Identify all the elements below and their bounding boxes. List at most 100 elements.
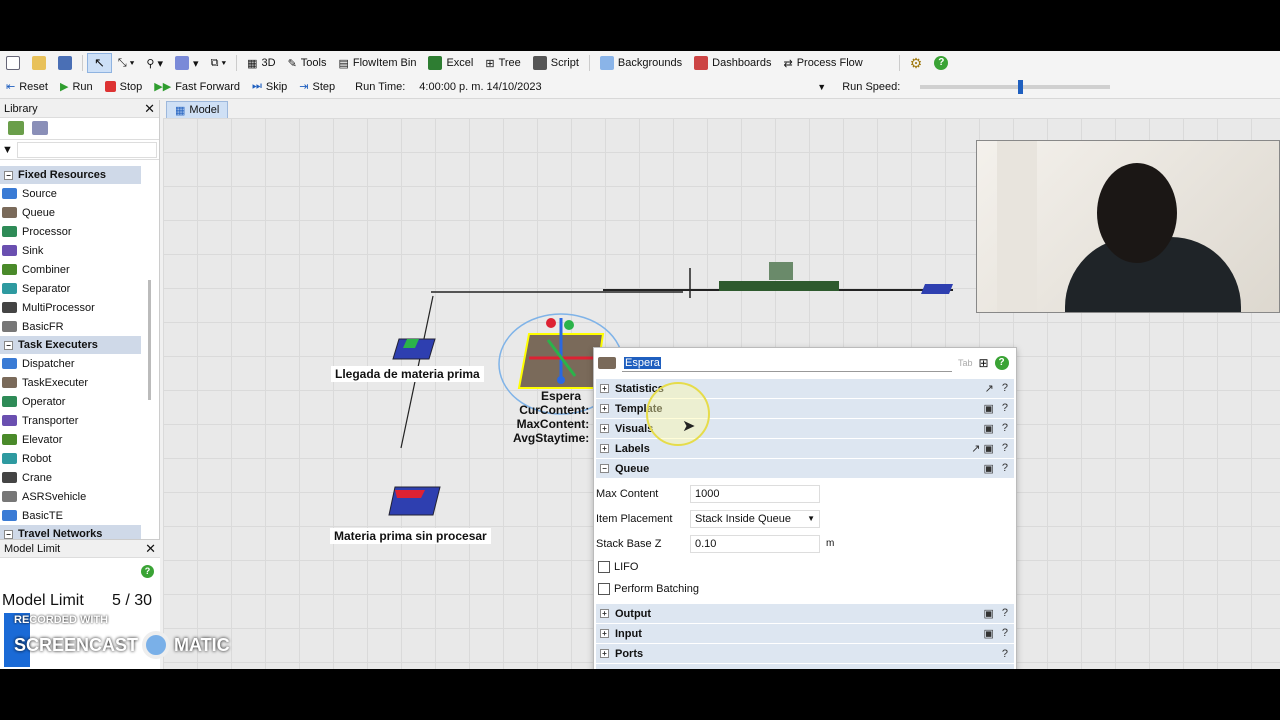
excel-button[interactable]: Excel [422,53,479,73]
section-header[interactable]: + Output ▣? [596,603,1014,623]
help-icon[interactable]: ? [1002,462,1008,475]
library-item[interactable]: Crane [0,468,159,487]
help-icon[interactable]: ? [1002,648,1008,660]
expand-icon[interactable]: + [600,444,609,453]
flowitem-bin-button[interactable]: ▤ FlowItem Bin [332,53,422,73]
sink-shape[interactable] [921,284,953,294]
color-icon[interactable]: ▾ [169,53,205,73]
reset-button[interactable]: ⇤ Reset [0,77,54,97]
pin-icon[interactable]: ▣ [983,627,993,640]
library-close-icon[interactable]: ✕ [144,101,155,117]
library-objects-tab-icon[interactable] [8,121,24,135]
pin-icon[interactable]: ▣ [983,607,993,620]
open-icon[interactable] [26,53,52,73]
expand-icon[interactable]: + [600,649,609,658]
section-header[interactable]: + Input ▣? [596,623,1014,643]
gizmo-handle[interactable] [557,376,565,384]
max-content-input[interactable]: 1000 [690,484,820,503]
gear-icon[interactable]: ⚙ [904,53,929,73]
step-button[interactable]: ⇥ Step [293,77,341,97]
expand-icon[interactable]: + [600,629,609,638]
library-item[interactable]: Dispatcher [0,354,159,373]
library-scrollbar[interactable] [148,280,151,400]
library-item[interactable]: Source [0,184,159,203]
processor-shape[interactable] [769,262,793,280]
group-icon[interactable]: ⚲ ▾ [140,53,169,73]
tab-model[interactable]: ▦ Model [166,101,229,118]
3d-button[interactable]: ▦ 3D [241,53,281,73]
library-item[interactable]: Robot [0,449,159,468]
model-limit-close-icon[interactable]: ✕ [145,541,156,557]
object-name-input[interactable]: Espera [622,354,952,372]
help-icon[interactable]: ? [1002,402,1008,415]
library-item[interactable]: BasicFR [0,317,159,336]
tools-button[interactable]: ✎ Tools [282,53,333,73]
fast-forward-button[interactable]: ▶▶ Fast Forward [148,77,246,97]
library-item[interactable]: Sink [0,241,159,260]
library-category[interactable]: − Fixed Resources [0,166,141,184]
library-people-tab-icon[interactable] [32,121,48,135]
view-icon[interactable]: ⧉ ▾ [205,53,233,73]
connect-mode-icon[interactable]: ⤡ ▾ [112,53,140,73]
collapse-icon[interactable]: − [4,529,13,539]
conveyor-shape[interactable] [719,281,839,291]
pin-icon[interactable]: ▣ [983,402,993,415]
select-mode-icon[interactable]: ↖ [87,53,112,73]
library-item[interactable]: Operator [0,392,159,411]
pin-icon[interactable]: ▣ [983,422,993,435]
gizmo-handle[interactable] [564,320,574,330]
help-icon[interactable]: ? [1002,607,1008,620]
collapse-icon[interactable]: − [600,464,609,473]
run-time-field[interactable]: 4:00:00 p. m. 14/10/2023 [415,78,813,96]
expand-icon[interactable]: + [600,384,609,393]
collapse-icon[interactable]: − [4,170,13,180]
help-icon[interactable]: ? [1002,422,1008,435]
help-icon[interactable]: ? [1002,668,1008,670]
stop-button[interactable]: Stop [99,77,149,97]
collapse-icon[interactable]: − [4,340,13,350]
tree-view-icon[interactable]: ⊞ [979,356,989,370]
help-icon[interactable]: ? [928,53,954,73]
properties-help-icon[interactable]: ? [994,356,1009,370]
dashboards-button[interactable]: Dashboards [688,53,777,73]
script-button[interactable]: Script [527,53,585,73]
run-button[interactable]: ▶ Run [54,77,99,97]
help-icon[interactable]: ? [1002,627,1008,640]
pin-icon[interactable]: ↗ [985,382,994,395]
pin-icon[interactable]: ▣ [983,462,993,475]
pin-icon[interactable]: ↗ ▣ [971,442,994,455]
lifo-checkbox[interactable] [598,561,610,573]
library-item[interactable]: Transporter [0,411,159,430]
expand-icon[interactable]: + [600,609,609,618]
section-header[interactable]: + Labels ↗ ▣? [596,438,1014,458]
library-category[interactable]: − Task Executers [0,336,141,354]
skip-button[interactable]: ⏭ Skip [246,77,293,97]
gizmo-handle[interactable] [546,318,556,328]
library-item[interactable]: TaskExecuter [0,373,159,392]
library-item[interactable]: Processor [0,222,159,241]
help-icon[interactable]: ? [1002,442,1008,455]
library-item[interactable]: Queue [0,203,159,222]
library-item[interactable]: Separator [0,279,159,298]
expand-icon[interactable]: + [600,424,609,433]
run-speed-slider[interactable] [920,79,1111,94]
library-item[interactable]: Combiner [0,260,159,279]
stack-base-input[interactable]: 0.10 [690,534,820,553]
library-item[interactable]: BasicTE [0,506,159,525]
tree-button[interactable]: ⊞ Tree [479,53,526,73]
model-limit-help-icon[interactable]: ? [141,565,154,578]
backgrounds-button[interactable]: Backgrounds [594,53,688,73]
perform-batching-checkbox[interactable] [598,583,610,595]
library-item[interactable]: Elevator [0,430,159,449]
section-header[interactable]: + Ports? [596,643,1014,663]
run-speed-thumb[interactable] [1018,79,1024,94]
library-search-input[interactable] [16,141,157,158]
library-item[interactable]: MultiProcessor [0,298,159,317]
section-header[interactable]: +Triggers? [596,663,1014,669]
save-icon[interactable] [52,53,78,73]
new-model-icon[interactable] [0,53,26,73]
help-icon[interactable]: ? [1002,382,1008,395]
item-placement-select[interactable]: Stack Inside Queue ▼ [690,509,820,528]
section-queue[interactable]: − Queue ▣? [596,458,1014,478]
library-item[interactable]: ASRSvehicle [0,487,159,506]
